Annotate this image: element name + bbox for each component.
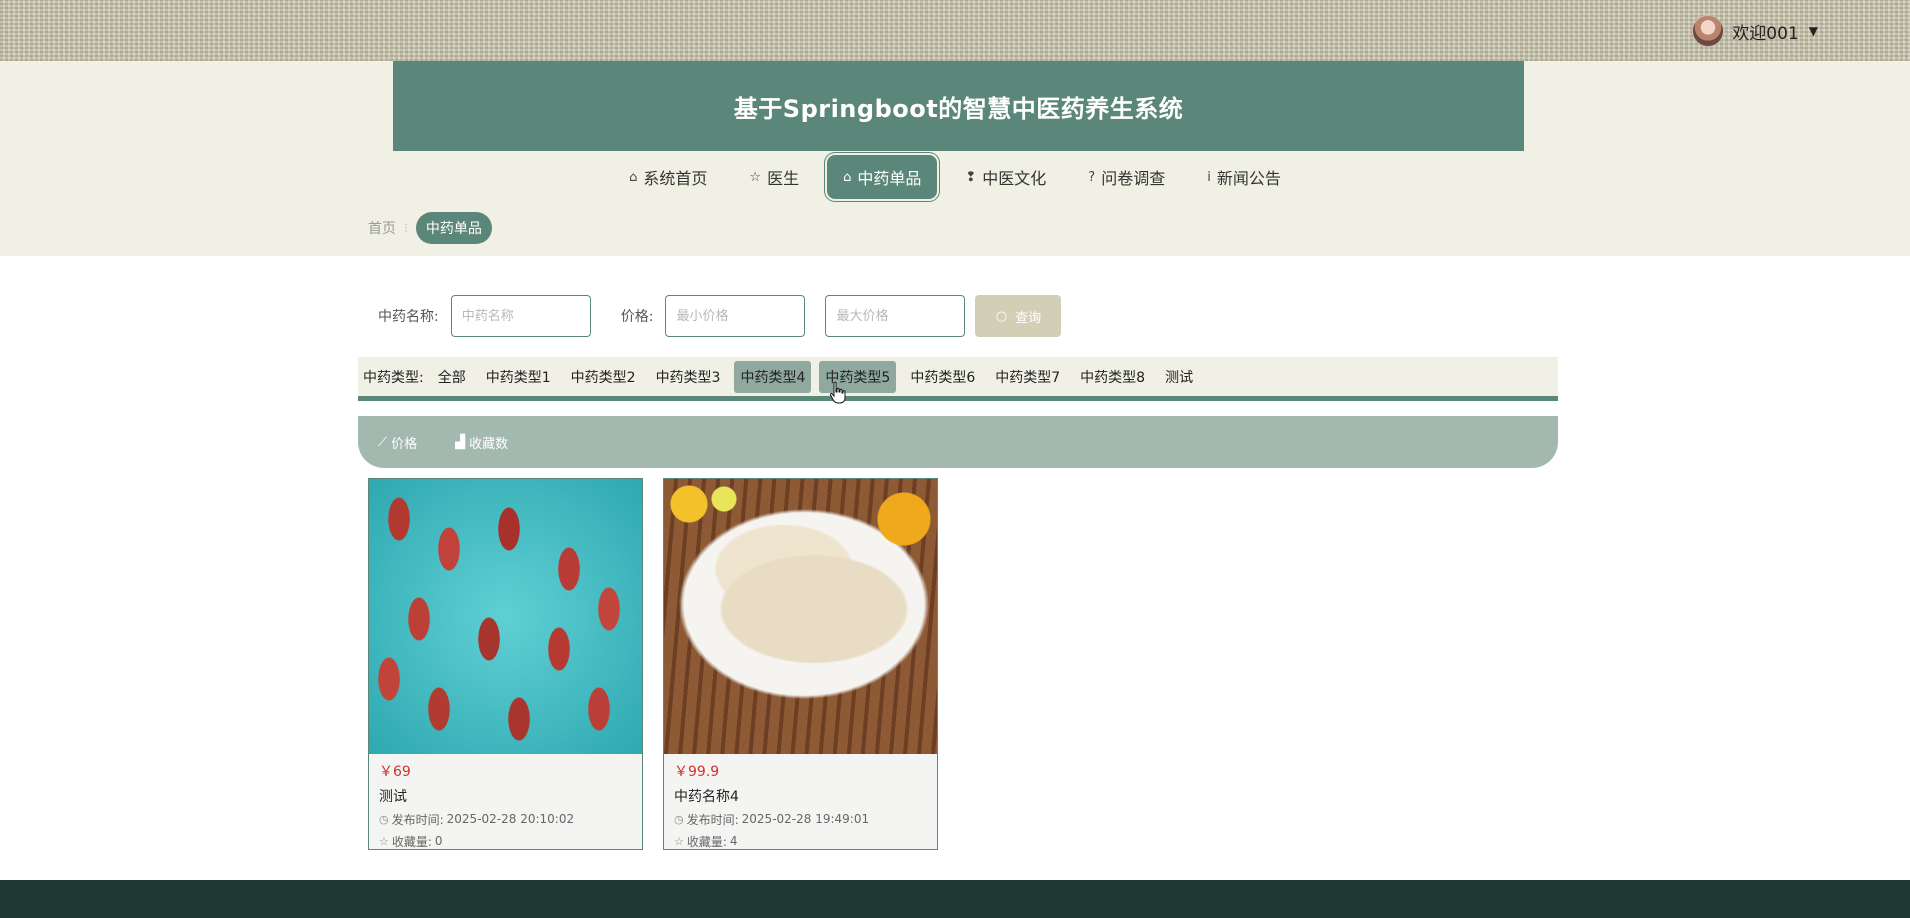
trend-icon: ⟋ bbox=[378, 434, 388, 450]
nav-item-label: 中医文化 bbox=[982, 169, 1047, 188]
name-input[interactable] bbox=[450, 295, 591, 337]
type-filter-all[interactable]: 全部 bbox=[432, 361, 472, 393]
footer bbox=[0, 880, 1910, 918]
type-filter-2[interactable]: 中药类型2 bbox=[565, 361, 642, 393]
star-icon: ☆ bbox=[379, 834, 389, 848]
sort-by-favorites[interactable]: ▟ 收藏数 bbox=[455, 433, 508, 452]
nav-item-survey[interactable]: ? 问卷调查 bbox=[1074, 157, 1179, 197]
nav-item-doctor[interactable]: ☆ 医生 bbox=[735, 157, 813, 197]
star-icon: ☆ bbox=[674, 834, 684, 848]
nav-item-culture[interactable]: ❢ 中医文化 bbox=[951, 157, 1060, 197]
clock-icon: ◷ bbox=[674, 812, 684, 826]
caret-down-icon: ▼ bbox=[1808, 24, 1818, 38]
avatar bbox=[1692, 15, 1725, 47]
nav-item-label: 系统首页 bbox=[643, 169, 708, 188]
type-filter-3[interactable]: 中药类型3 bbox=[650, 361, 727, 393]
sort-bar: ⟋ 价格 ▟ 收藏数 bbox=[358, 416, 1558, 468]
product-fav-count: ☆ 收藏量: 0 bbox=[379, 834, 443, 849]
user-menu[interactable]: 欢迎001 ▼ bbox=[1692, 14, 1818, 48]
type-filter-1[interactable]: 中药类型1 bbox=[480, 361, 557, 393]
search-button-label: 查询 bbox=[1015, 310, 1042, 326]
sort-fav-label: 收藏数 bbox=[469, 436, 509, 452]
bar-chart-icon: ▟ bbox=[455, 434, 466, 450]
product-price: ￥99.9 bbox=[674, 764, 720, 780]
bag-icon: ⌂ bbox=[843, 169, 852, 185]
product-image[interactable] bbox=[664, 479, 937, 754]
name-label: 中药名称: bbox=[378, 309, 439, 325]
site-title: 基于Springboot的智慧中医药养生系统 bbox=[733, 94, 1184, 123]
breadcrumb-current: 中药单品 bbox=[415, 212, 492, 244]
type-filter-label: 中药类型: bbox=[363, 369, 424, 386]
type-filter-4[interactable]: 中药类型4 bbox=[734, 360, 812, 393]
type-filter-6[interactable]: 中药类型6 bbox=[904, 361, 981, 393]
type-filter-test[interactable]: 测试 bbox=[1159, 361, 1199, 393]
product-name: 中药名称4 bbox=[674, 789, 739, 805]
user-greeting: 欢迎001 bbox=[1732, 23, 1799, 44]
info-circle-icon: ❢ bbox=[965, 169, 977, 185]
product-publish-time: ◷ 发布时间: 2025-02-28 19:49:01 bbox=[674, 812, 870, 827]
nav-item-label: 医生 bbox=[767, 169, 800, 188]
nav-item-herbs[interactable]: ⌂ 中药单品 bbox=[827, 155, 938, 199]
product-card[interactable]: ￥99.9 中药名称4 ◷ 发布时间: 2025-02-28 19:49:01 … bbox=[663, 478, 938, 850]
product-price: ￥69 bbox=[379, 764, 411, 780]
breadcrumb-separator: ⁝ bbox=[404, 221, 408, 235]
breadcrumb-home[interactable]: 首页 bbox=[368, 218, 396, 238]
type-filter-8[interactable]: 中药类型8 bbox=[1074, 361, 1151, 393]
question-circle-icon: ? bbox=[1088, 169, 1096, 185]
product-publish-time: ◷ 发布时间: 2025-02-28 20:10:02 bbox=[379, 812, 575, 827]
top-bar bbox=[0, 0, 1910, 61]
product-image[interactable] bbox=[369, 479, 642, 754]
max-price-input[interactable] bbox=[825, 295, 966, 337]
main-nav: ⌂ 系统首页 ☆ 医生 ⌂ 中药单品 ❢ 中医文化 ? 问卷调查 i 新闻公告 bbox=[0, 152, 1910, 202]
nav-item-news[interactable]: i 新闻公告 bbox=[1193, 157, 1295, 197]
star-icon: ☆ bbox=[749, 169, 762, 185]
price-label: 价格: bbox=[620, 309, 654, 325]
breadcrumb: 首页 ⁝ 中药单品 bbox=[368, 212, 492, 244]
info-icon: i bbox=[1207, 169, 1211, 185]
home-icon: ⌂ bbox=[629, 169, 638, 185]
min-price-input[interactable] bbox=[665, 295, 806, 337]
type-filter-bar: 中药类型: 全部 中药类型1 中药类型2 中药类型3 中药类型4 中药类型5 中… bbox=[358, 357, 1558, 401]
search-form: 中药名称: 价格: ○ 查询 bbox=[378, 295, 1062, 337]
site-title-banner: 基于Springboot的智慧中医药养生系统 bbox=[393, 61, 1524, 151]
hand-cursor-icon bbox=[829, 381, 846, 404]
search-icon: ○ bbox=[995, 308, 1008, 324]
nav-item-label: 中药单品 bbox=[857, 169, 922, 188]
clock-icon: ◷ bbox=[379, 812, 389, 826]
nav-item-label: 问卷调查 bbox=[1101, 169, 1166, 188]
search-button[interactable]: ○ 查询 bbox=[975, 295, 1062, 337]
nav-item-home[interactable]: ⌂ 系统首页 bbox=[615, 157, 721, 197]
sort-by-price[interactable]: ⟋ 价格 bbox=[378, 433, 417, 452]
product-fav-count: ☆ 收藏量: 4 bbox=[674, 834, 738, 849]
nav-item-label: 新闻公告 bbox=[1216, 169, 1281, 188]
type-filter-7[interactable]: 中药类型7 bbox=[989, 361, 1066, 393]
product-card[interactable]: ￥69 测试 ◷ 发布时间: 2025-02-28 20:10:02 ☆ 收藏量… bbox=[368, 478, 643, 850]
sort-price-label: 价格 bbox=[391, 436, 418, 452]
product-name: 测试 bbox=[379, 789, 407, 805]
